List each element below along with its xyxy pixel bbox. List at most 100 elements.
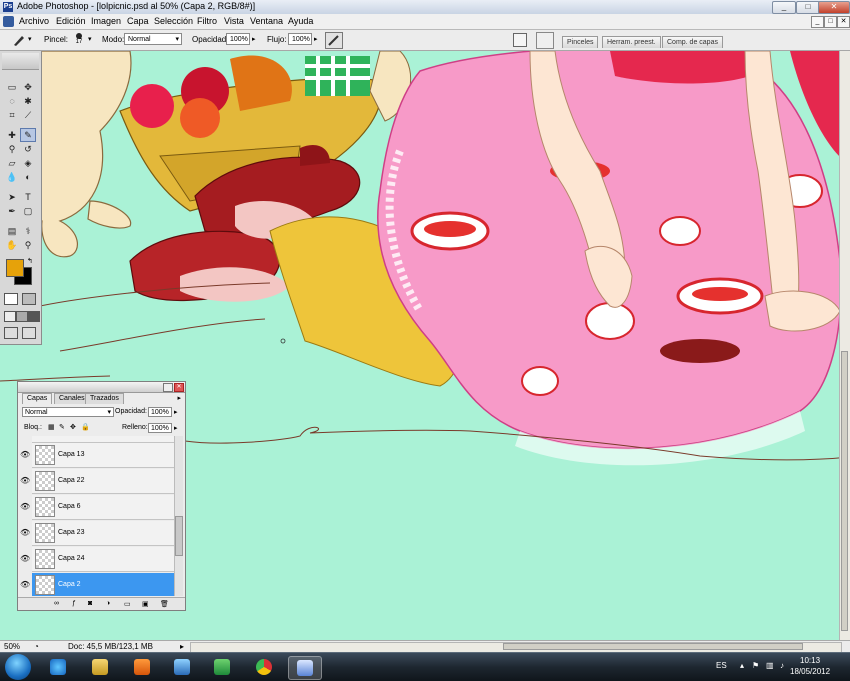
clock-time[interactable]: 10:13	[800, 656, 820, 665]
visibility-eye-icon[interactable]: 👁	[20, 580, 30, 589]
dodge-icon[interactable]: ◐	[21, 171, 35, 183]
doc-restore-button[interactable]: □	[824, 16, 837, 28]
explorer-icon[interactable]	[84, 656, 116, 678]
flag-icon[interactable]: ⚑	[752, 661, 759, 670]
minimize-button[interactable]: _	[772, 1, 796, 14]
language-indicator[interactable]: ES	[716, 661, 727, 670]
group-folder-icon[interactable]: ▭	[124, 600, 131, 608]
file-browser-icon[interactable]	[536, 32, 554, 49]
brush-size-picker[interactable]: 17	[73, 32, 85, 48]
doc-minimize-button[interactable]: _	[811, 16, 824, 28]
menu-edicion[interactable]: Edición	[56, 16, 86, 26]
screen-mode-1-icon[interactable]	[4, 311, 16, 322]
mask-icon[interactable]: ◙	[88, 600, 92, 607]
lock-pixels-icon[interactable]: ✎	[59, 423, 65, 431]
notes-icon[interactable]: ▤	[5, 225, 19, 237]
ie-icon[interactable]	[42, 656, 74, 678]
visibility-eye-icon[interactable]: 👁	[20, 554, 30, 563]
flow-input[interactable]: 100%	[288, 33, 312, 45]
jump-icon[interactable]	[22, 327, 36, 339]
menu-imagen[interactable]: Imagen	[91, 16, 121, 26]
tab-pinceles[interactable]: Pinceles	[562, 36, 599, 48]
quickmask-mode-icon[interactable]	[22, 293, 36, 305]
lock-all-icon[interactable]: 🔒	[81, 423, 90, 431]
fill-slider-arrow[interactable]: ▸	[174, 424, 178, 432]
slice-icon[interactable]: ⟋	[21, 109, 35, 121]
layer-row-selected[interactable]: 👁 Capa 2	[20, 573, 174, 596]
menu-filtro[interactable]: Filtro	[197, 16, 217, 26]
opacity-slider-arrow[interactable]: ▸	[252, 35, 256, 43]
pen-icon[interactable]: ✒	[5, 205, 19, 217]
doc-close-button[interactable]: ✕	[837, 16, 850, 28]
foreground-color-swatch[interactable]	[6, 259, 24, 277]
windows-start-icon[interactable]	[5, 654, 31, 680]
maximize-button[interactable]: □	[796, 1, 820, 14]
eyedropper-icon[interactable]: ⚕	[21, 225, 35, 237]
tray-arrow-icon[interactable]: ▴	[740, 661, 744, 670]
imageready-icon[interactable]	[4, 327, 18, 339]
swap-colors-icon[interactable]: ↰	[27, 257, 33, 265]
path-select-icon[interactable]: ➤	[5, 191, 19, 203]
link-icon[interactable]: ∞	[54, 600, 59, 607]
trash-icon[interactable]: 🗑	[160, 600, 169, 608]
menu-vista[interactable]: Vista	[224, 16, 244, 26]
photoshop-logo-icon[interactable]	[3, 16, 14, 27]
menu-archivo[interactable]: Archivo	[19, 16, 49, 26]
move-icon[interactable]: ✥	[21, 81, 35, 93]
network-icon[interactable]: ▥	[766, 661, 774, 670]
horizontal-scroll-thumb[interactable]	[503, 643, 803, 650]
layer-row[interactable]: 👁 Capa 13	[20, 443, 174, 468]
chrome-icon[interactable]	[248, 656, 280, 678]
visibility-eye-icon[interactable]: 👁	[20, 528, 30, 537]
brush-picker-arrow[interactable]: ▾	[88, 35, 92, 43]
fill-input[interactable]: 100%	[148, 423, 172, 433]
lasso-icon[interactable]: ◌	[5, 95, 19, 107]
menu-ventana[interactable]: Ventana	[250, 16, 283, 26]
blur-icon[interactable]: 💧	[5, 171, 19, 183]
tab-trazados[interactable]: Trazados	[85, 393, 124, 404]
history-brush-icon[interactable]: ↺	[21, 143, 35, 155]
status-menu-arrow-icon[interactable]: ▸	[180, 642, 184, 651]
airbrush-toggle[interactable]	[325, 32, 343, 49]
opacity-slider-arrow[interactable]: ▸	[174, 408, 178, 416]
layer-row[interactable]: 👁 Capa 22	[20, 469, 174, 494]
panel-minimize-button[interactable]	[163, 383, 173, 392]
crop-icon[interactable]: ⌗	[5, 109, 19, 121]
vertical-scrollbar[interactable]	[839, 51, 850, 640]
new-layer-icon[interactable]: ▣	[142, 600, 149, 608]
layer-row-partial[interactable]	[32, 436, 174, 443]
layers-scrollbar[interactable]	[174, 436, 183, 596]
opacity-input[interactable]: 100%	[226, 33, 250, 45]
visibility-eye-icon[interactable]: 👁	[20, 450, 30, 459]
tab-capas[interactable]: Capas	[22, 393, 53, 404]
paint-icon[interactable]	[166, 656, 198, 678]
menu-capa[interactable]: Capa	[127, 16, 149, 26]
media-player-icon[interactable]	[126, 656, 158, 678]
shape-icon[interactable]: ▢	[21, 205, 35, 217]
panel-close-button[interactable]: ✕	[174, 383, 184, 392]
brush-icon[interactable]	[12, 33, 26, 47]
brush-icon[interactable]: ✎	[20, 128, 36, 142]
layer-style-icon[interactable]: ƒ	[72, 600, 76, 607]
lock-transparency-icon[interactable]: ▦	[48, 423, 55, 431]
bucket-icon[interactable]: ◈	[21, 157, 35, 169]
flow-slider-arrow[interactable]: ▸	[314, 35, 318, 43]
screen-mode-3-icon[interactable]	[28, 311, 40, 322]
standard-mode-icon[interactable]	[4, 293, 18, 305]
layers-scroll-thumb[interactable]	[175, 516, 183, 556]
adjustment-icon[interactable]: ◑	[106, 600, 110, 607]
hand-icon[interactable]: ✋	[5, 239, 19, 251]
stamp-icon[interactable]: ⚲	[5, 143, 19, 155]
photoshop-feather-icon[interactable]	[288, 656, 322, 680]
menu-seleccion[interactable]: Selección	[154, 16, 193, 26]
type-icon[interactable]: T	[21, 191, 35, 203]
messenger-icon[interactable]	[206, 656, 238, 678]
menu-ayuda[interactable]: Ayuda	[288, 16, 313, 26]
panel-menu-arrow-icon[interactable]: ▸	[177, 394, 181, 402]
zoom-icon[interactable]: ⚲	[21, 239, 35, 251]
layer-opacity-input[interactable]: 100%	[148, 407, 172, 417]
tab-herram-preest[interactable]: Herram. preest.	[602, 36, 661, 48]
visibility-eye-icon[interactable]: 👁	[20, 502, 30, 511]
screen-mode-2-icon[interactable]	[16, 311, 28, 322]
tab-comp-de-capas[interactable]: Comp. de capas	[662, 36, 723, 48]
